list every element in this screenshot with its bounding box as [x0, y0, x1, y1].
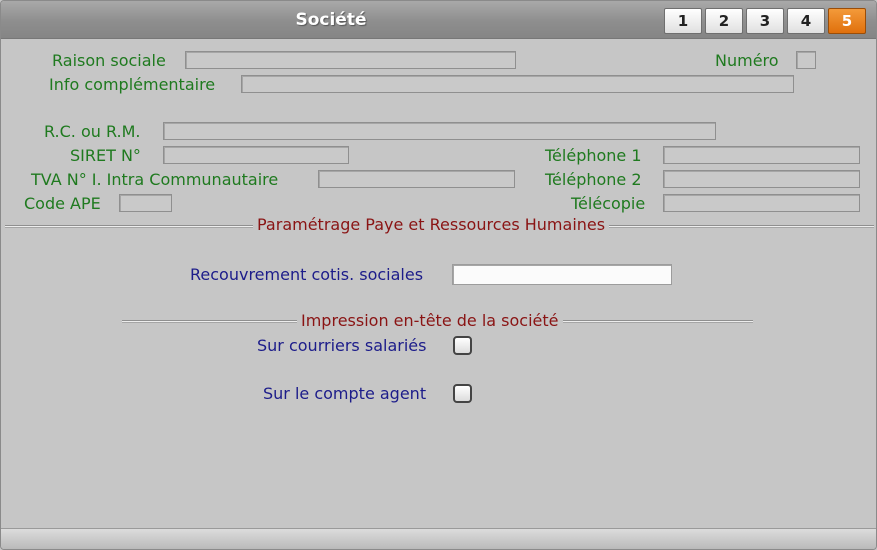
recouvrement-field[interactable]: [452, 264, 672, 285]
telecopie-field[interactable]: [663, 194, 860, 212]
telephone1-label: Téléphone 1: [545, 146, 642, 165]
siret-field[interactable]: [163, 146, 349, 164]
tab-3[interactable]: 3: [746, 8, 784, 34]
raison-sociale-label: Raison sociale: [52, 51, 166, 70]
impression-section-title: Impression en-tête de la société: [297, 311, 563, 330]
telephone1-field[interactable]: [663, 146, 860, 164]
paye-section-title: Paramétrage Paye et Ressources Humaines: [253, 215, 610, 234]
raison-sociale-field[interactable]: [185, 51, 516, 69]
tab-2[interactable]: 2: [705, 8, 743, 34]
sur-compte-agent-checkbox[interactable]: [453, 384, 472, 403]
siret-label: SIRET N°: [70, 146, 141, 165]
tab-1[interactable]: 1: [664, 8, 702, 34]
telephone2-label: Téléphone 2: [545, 170, 642, 189]
title-bar: Société 1 2 3 4 5: [1, 1, 876, 39]
tva-label: TVA N° I. Intra Communautaire: [31, 170, 279, 189]
societe-window: Société 1 2 3 4 5 Raison sociale Numéro …: [0, 0, 877, 550]
sur-courriers-checkbox[interactable]: [453, 336, 472, 355]
info-complementaire-label: Info complémentaire: [49, 75, 216, 94]
code-ape-field[interactable]: [119, 194, 172, 212]
tab-5[interactable]: 5: [828, 8, 866, 34]
sur-compte-agent-label: Sur le compte agent: [263, 384, 427, 403]
rc-rm-field[interactable]: [163, 122, 716, 140]
tva-field[interactable]: [318, 170, 515, 188]
info-complementaire-field[interactable]: [241, 75, 794, 93]
status-bar: [1, 528, 876, 549]
rc-rm-label: R.C. ou R.M.: [44, 122, 141, 141]
numero-label: Numéro: [715, 51, 779, 70]
telephone2-field[interactable]: [663, 170, 860, 188]
recouvrement-label: Recouvrement cotis. sociales: [190, 265, 424, 284]
window-title: Société: [295, 10, 367, 30]
telecopie-label: Télécopie: [571, 194, 646, 213]
sur-courriers-label: Sur courriers salariés: [257, 336, 427, 355]
tab-4[interactable]: 4: [787, 8, 825, 34]
code-ape-label: Code APE: [24, 194, 101, 213]
numero-field[interactable]: [796, 51, 816, 69]
